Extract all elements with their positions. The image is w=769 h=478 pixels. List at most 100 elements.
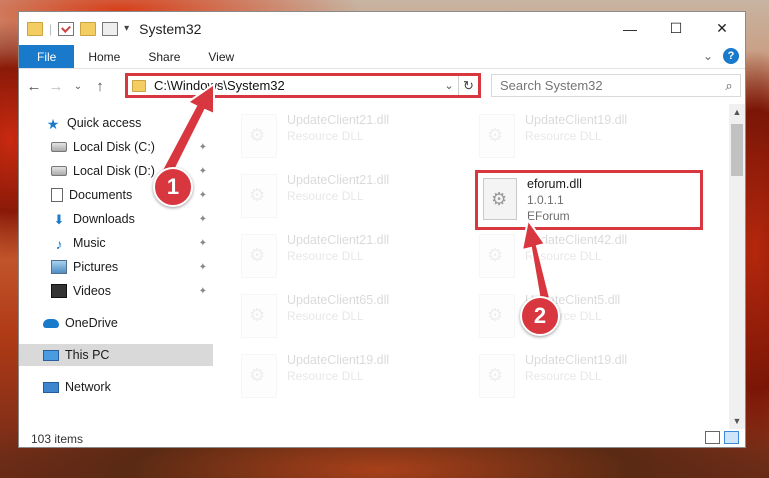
new-folder-icon[interactable] [80,21,97,36]
tab-view[interactable]: View [194,45,248,68]
pin-icon: ✦ [198,213,207,225]
close-button[interactable]: ✕ [699,12,745,45]
onedrive-icon [43,318,59,328]
address-dropdown-icon[interactable]: ⌄ [440,79,458,92]
file-item[interactable]: UpdateClient5.dllResource DLL [479,292,704,342]
step-1-badge: 1 [153,167,193,207]
title-bar: | ▾ System32 — ☐ ✕ [19,12,745,45]
up-button[interactable]: ↑ [89,78,111,95]
qat-dropdown-icon[interactable]: ▾ [124,23,129,34]
dll-file-icon [479,294,515,338]
videos-icon [51,284,67,298]
file-item[interactable]: UpdateClient42.dll Resource DLL [479,232,704,282]
sidebar-item-music[interactable]: ♪ Music ✦ [19,232,213,254]
sidebar-item-network[interactable]: Network [19,376,213,398]
file-item[interactable]: UpdateClient65.dll Resource DLL [241,292,466,342]
downloads-icon: ⬇ [53,212,65,227]
quick-access-toolbar: | ▾ [19,21,129,36]
refresh-button[interactable]: ↻ [458,76,478,95]
step-2-badge: 2 [520,296,560,336]
navigation-bar: ← → ⌄ ↑ C:\Windows\System32 ⌄ ↻ ⌕ [19,70,745,103]
file-name: UpdateClient21.dll [287,233,390,247]
sidebar-item-onedrive[interactable]: OneDrive [19,312,213,334]
address-bar[interactable]: C:\Windows\System32 ⌄ ↻ [125,73,481,98]
forward-button[interactable]: → [45,78,67,95]
file-name: UpdateClient19.dll [525,353,628,367]
navigation-pane: ★ Quick access Local Disk (C:) ✦ Local D… [19,112,213,412]
drive-icon [51,166,67,176]
tab-home[interactable]: Home [74,45,134,68]
dll-file-icon [241,354,277,398]
file-name: UpdateClient21.dll [287,173,390,187]
dll-file-icon [479,354,515,398]
file-item[interactable]: UpdateClient21.dll Resource DLL [241,232,466,282]
file-explorer-window: | ▾ System32 — ☐ ✕ File Home Share View … [18,11,746,448]
customize-icon[interactable] [102,21,119,36]
drive-icon [51,142,67,152]
computer-icon [43,349,59,361]
dll-file-icon [479,234,515,278]
file-name: UpdateClient65.dll [287,293,390,307]
file-type: Resource DLL [287,249,364,263]
sidebar-item-this-pc[interactable]: This PC [19,344,213,366]
music-icon: ♪ [55,236,63,252]
file-type: Resource DLL [287,309,364,323]
separator: | [49,21,53,36]
star-icon: ★ [46,116,60,132]
window-controls: — ☐ ✕ [607,12,745,45]
item-count: 103 items [31,431,84,446]
file-type: Resource DLL [287,189,364,203]
pin-icon: ✦ [198,261,207,273]
properties-icon[interactable] [58,21,75,36]
scroll-thumb[interactable] [731,124,743,176]
file-item[interactable]: UpdateClient19.dll Resource DLL [241,352,466,402]
file-item[interactable]: UpdateClient19.dll Resource DLL [479,112,704,162]
file-item[interactable]: UpdateClient21.dll Resource DLL [241,112,466,162]
pin-icon: ✦ [198,141,207,153]
sidebar-item-label: Pictures [73,260,119,274]
search-icon[interactable]: ⌕ [718,78,740,94]
expand-ribbon-icon[interactable]: ⌄ [703,49,713,63]
tab-file[interactable]: File [19,45,75,68]
search-box[interactable]: ⌕ [491,74,741,97]
dll-file-icon [241,174,277,218]
scroll-down-icon[interactable]: ▼ [729,413,745,429]
address-path[interactable]: C:\Windows\System32 [154,78,440,93]
file-item[interactable]: UpdateClient21.dll Resource DLL [241,172,466,222]
file-name: UpdateClient21.dll [287,113,390,127]
file-name: UpdateClient19.dll [525,113,628,127]
pin-icon: ✦ [198,285,207,297]
file-type: Resource DLL [525,249,602,263]
large-icons-view-icon[interactable] [724,431,739,444]
vertical-scrollbar[interactable]: ▲ ▼ [729,104,745,429]
sidebar-item-downloads[interactable]: ⬇ Downloads ✦ [19,208,213,230]
maximize-button[interactable]: ☐ [653,12,699,45]
scroll-up-icon[interactable]: ▲ [729,104,745,120]
file-name: UpdateClient19.dll [287,353,390,367]
sidebar-item-videos[interactable]: Videos ✦ [19,280,213,302]
help-icon[interactable]: ? [723,48,739,64]
file-item[interactable]: UpdateClient19.dll Resource DLL [479,352,704,402]
tab-share[interactable]: Share [134,45,194,68]
file-name: UpdateClient42.dll [525,233,628,247]
details-view-icon[interactable] [705,431,720,444]
dll-file-icon [241,234,277,278]
ribbon-right: ⌄ ? [703,48,739,64]
sidebar-item-label: Videos [73,284,111,298]
recent-locations-button[interactable]: ⌄ [67,81,89,92]
search-input[interactable] [492,78,718,93]
back-button[interactable]: ← [23,78,45,95]
minimize-button[interactable]: — [607,12,653,45]
sidebar-item-label: This PC [65,348,110,362]
dll-file-icon [241,294,277,338]
window-title: System32 [139,20,202,37]
file-highlight-box [475,170,703,230]
file-type: Resource DLL [525,129,602,143]
file-list: UpdateClient21.dll Resource DLL UpdateCli… [219,104,727,417]
sidebar-item-quick-access[interactable]: ★ Quick access [19,112,213,134]
ribbon-tabs: File Home Share View ⌄ ? [19,45,745,69]
sidebar-item-pictures[interactable]: Pictures ✦ [19,256,213,278]
sidebar-item-local-disk-c[interactable]: Local Disk (C:) ✦ [19,136,213,158]
pictures-icon [51,260,67,274]
pin-icon: ✦ [198,165,207,177]
